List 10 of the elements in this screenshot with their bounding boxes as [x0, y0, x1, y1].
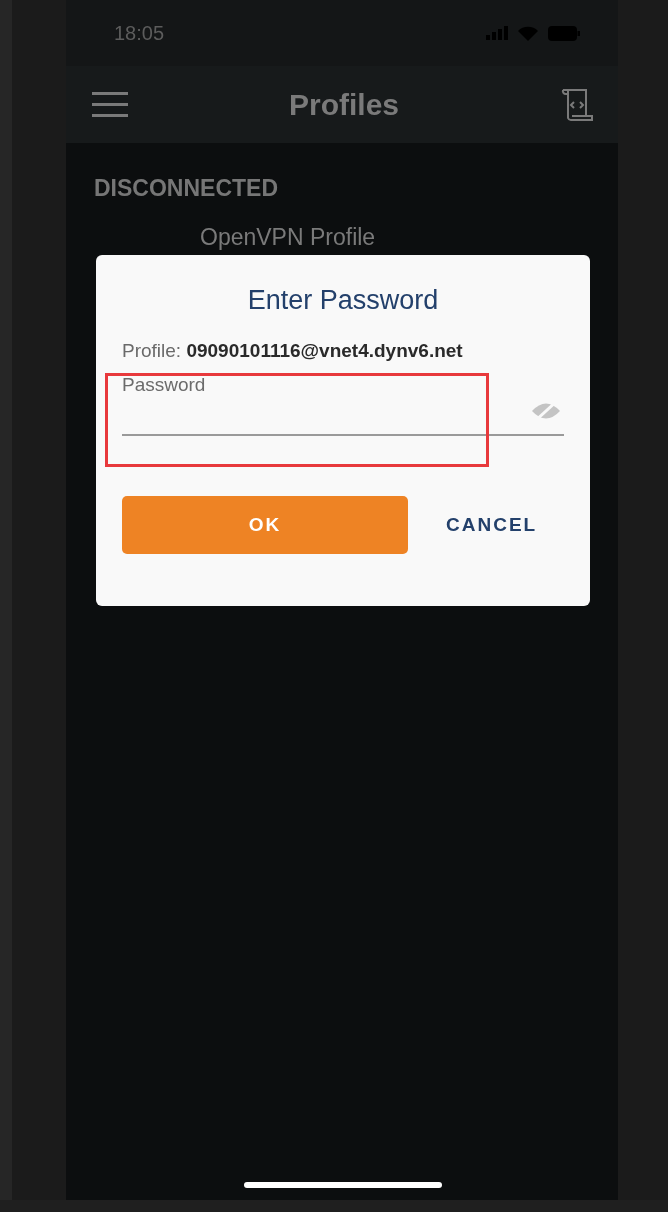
- cancel-button[interactable]: CANCEL: [432, 504, 552, 546]
- scroll-code-icon[interactable]: [560, 87, 594, 122]
- profile-name[interactable]: OpenVPN Profile: [66, 202, 618, 251]
- status-time: 18:05: [114, 21, 166, 45]
- menu-icon[interactable]: [92, 91, 128, 118]
- dialog-title: Enter Password: [246, 285, 440, 316]
- profile-line: Profile: 09090101116@vnet4.dynv6.net: [122, 340, 464, 362]
- ok-button[interactable]: OK: [122, 496, 408, 554]
- section-header: DISCONNECTED: [93, 174, 279, 202]
- screen-title: Profiles: [287, 87, 400, 122]
